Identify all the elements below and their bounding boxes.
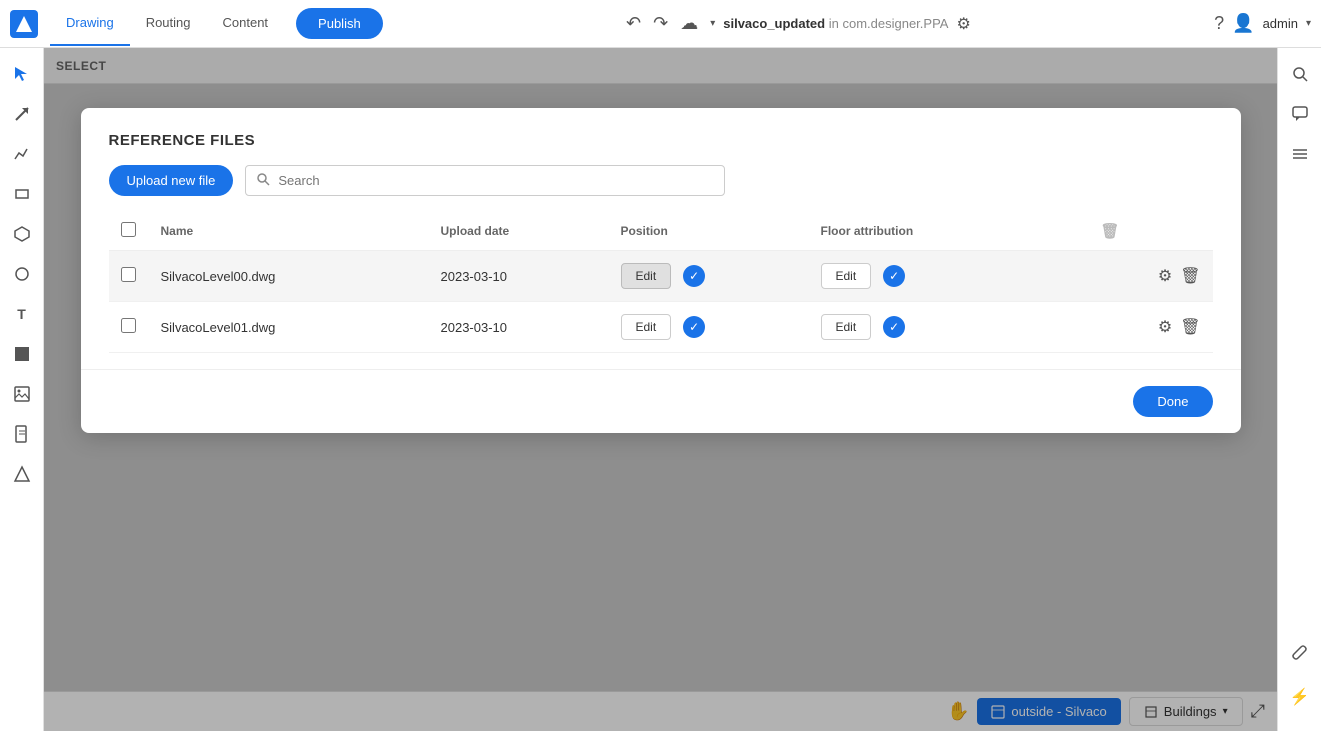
sidebar-item-text[interactable]: T — [4, 296, 40, 332]
main-area: SELECT powered by VisingGlobe ✋ outside … — [44, 48, 1277, 731]
search-icon — [256, 172, 270, 189]
row2-floor-edit-button[interactable]: Edit — [821, 314, 872, 340]
upload-new-file-button[interactable]: Upload new file — [109, 165, 234, 196]
right-sidebar: ⚡ — [1277, 48, 1321, 731]
row1-checkbox-cell — [109, 251, 149, 302]
tab-drawing[interactable]: Drawing — [50, 1, 130, 46]
row2-filename: SilvacoLevel01.dwg — [149, 302, 429, 353]
user-icon[interactable]: 👤 — [1232, 13, 1254, 34]
row1-position-edit-button[interactable]: Edit — [621, 263, 672, 289]
table-header-date: Upload date — [429, 212, 609, 251]
row2-date: 2023-03-10 — [429, 302, 609, 353]
right-layers-icon[interactable] — [1282, 136, 1318, 172]
sidebar-item-chart[interactable] — [4, 136, 40, 172]
user-dropdown-icon[interactable]: ▾ — [1306, 18, 1311, 29]
row2-position-check-icon: ✓ — [683, 316, 705, 338]
left-sidebar: T — [0, 48, 44, 731]
right-lightning-icon[interactable]: ⚡ — [1282, 679, 1318, 715]
right-comment-icon[interactable] — [1282, 96, 1318, 132]
topbar-actions: ↶ ↷ ☁ ▾ — [626, 13, 715, 34]
modal-footer: Done — [81, 369, 1241, 433]
done-button[interactable]: Done — [1133, 386, 1212, 417]
row1-settings-icon[interactable]: ⚙ — [1158, 266, 1172, 286]
redo-icon[interactable]: ↷ — [653, 13, 668, 34]
row2-floor-cell: Edit ✓ — [809, 302, 1089, 353]
select-all-checkbox[interactable] — [121, 222, 136, 237]
row1-floor-edit-button[interactable]: Edit — [821, 263, 872, 289]
table-header-position: Position — [609, 212, 809, 251]
modal-title: REFERENCE FILES — [109, 132, 1213, 149]
row2-position-edit-button[interactable]: Edit — [621, 314, 672, 340]
row1-checkbox[interactable] — [121, 267, 136, 282]
header-trash-icon: 🗑 — [1101, 223, 1120, 240]
table-row: SilvacoLevel00.dwg 2023-03-10 Edit ✓ — [109, 251, 1213, 302]
row2-checkbox-cell — [109, 302, 149, 353]
row2-checkbox[interactable] — [121, 318, 136, 333]
project-info: silvaco_updated in com.designer.PPA — [723, 16, 948, 31]
table-row: SilvacoLevel01.dwg 2023-03-10 Edit ✓ — [109, 302, 1213, 353]
cloud-icon[interactable]: ☁ — [680, 13, 698, 34]
sidebar-item-file[interactable] — [4, 416, 40, 452]
undo-icon[interactable]: ↶ — [626, 13, 641, 34]
help-icon[interactable]: ? — [1214, 13, 1224, 34]
sidebar-item-image[interactable] — [4, 376, 40, 412]
table-header-actions: 🗑 — [1089, 212, 1213, 251]
sidebar-item-shape[interactable] — [4, 216, 40, 252]
tab-routing[interactable]: Routing — [130, 1, 207, 46]
row1-floor-cell: Edit ✓ — [809, 251, 1089, 302]
row2-floor-check-icon: ✓ — [883, 316, 905, 338]
table-header-name: Name — [149, 212, 429, 251]
row2-position-cell: Edit ✓ — [609, 302, 809, 353]
modal-toolbar: Upload new file — [109, 165, 1213, 196]
files-table: Name Upload date Position Floor attribut… — [109, 212, 1213, 353]
row2-delete-icon[interactable]: 🗑 — [1180, 317, 1200, 337]
app-logo — [10, 10, 38, 38]
modal-overlay: REFERENCE FILES Upload new file — [44, 48, 1277, 731]
modal-header: REFERENCE FILES Upload new file — [81, 108, 1241, 369]
search-input[interactable] — [278, 173, 714, 188]
row1-date: 2023-03-10 — [429, 251, 609, 302]
reference-files-modal: REFERENCE FILES Upload new file — [81, 108, 1241, 433]
sidebar-item-box[interactable] — [4, 336, 40, 372]
row2-actions-cell: ⚙ 🗑 — [1089, 302, 1213, 353]
topbar-tabs: Drawing Routing Content — [50, 1, 284, 46]
sidebar-item-cursor[interactable] — [4, 56, 40, 92]
user-label: admin — [1263, 16, 1298, 31]
table-header-floor: Floor attribution — [809, 212, 1089, 251]
row1-floor-check-icon: ✓ — [883, 265, 905, 287]
row1-filename: SilvacoLevel00.dwg — [149, 251, 429, 302]
search-wrapper — [245, 165, 725, 196]
publish-button[interactable]: Publish — [296, 8, 383, 39]
row1-position-cell: Edit ✓ — [609, 251, 809, 302]
sidebar-item-pointer[interactable] — [4, 96, 40, 132]
tab-content[interactable]: Content — [207, 1, 285, 46]
right-sidebar-bottom: ⚡ — [1282, 635, 1318, 715]
table-header-checkbox — [109, 212, 149, 251]
right-wrench-icon[interactable] — [1282, 635, 1318, 671]
settings-icon[interactable]: ⚙ — [956, 14, 970, 34]
row1-delete-icon[interactable]: 🗑 — [1180, 266, 1200, 286]
sidebar-item-circle[interactable] — [4, 256, 40, 292]
row1-actions-cell: ⚙ 🗑 — [1089, 251, 1213, 302]
row1-position-check-icon: ✓ — [683, 265, 705, 287]
sidebar-item-rect[interactable] — [4, 176, 40, 212]
topbar: Drawing Routing Content Publish ↶ ↷ ☁ ▾ … — [0, 0, 1321, 48]
right-search-icon[interactable] — [1282, 56, 1318, 92]
sidebar-item-triangle[interactable] — [4, 456, 40, 492]
row2-settings-icon[interactable]: ⚙ — [1158, 317, 1172, 337]
